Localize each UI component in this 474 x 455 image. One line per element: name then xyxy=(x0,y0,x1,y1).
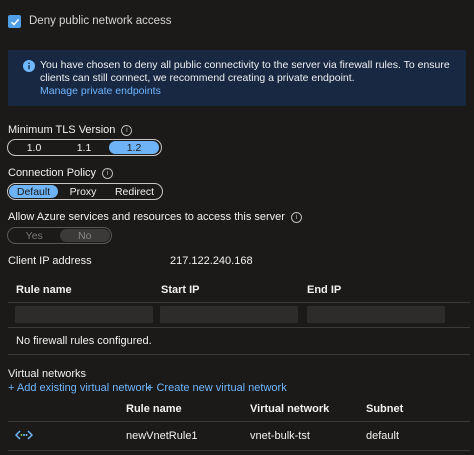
virtual-networks-title: Virtual networks xyxy=(8,368,87,380)
connection-policy-label: Connection Policy i xyxy=(8,167,114,179)
vnet-col-subnet: Subnet xyxy=(366,403,404,415)
allow-azure-selector: Yes No xyxy=(7,227,112,244)
create-new-vnet-link[interactable]: + Create new virtual network xyxy=(147,382,287,394)
connection-policy-selector: Default Proxy Redirect xyxy=(7,183,163,200)
vnet-col-rule-name: Rule name xyxy=(126,403,182,415)
tls-option-1-2[interactable]: 1.2 xyxy=(109,141,159,154)
client-ip-value: 217.122.240.168 xyxy=(170,255,253,267)
add-existing-vnet-link[interactable]: + Add existing virtual network xyxy=(8,382,151,394)
allow-azure-yes[interactable]: Yes xyxy=(9,229,60,242)
start-ip-input[interactable] xyxy=(160,306,298,323)
allow-azure-label: Allow Azure services and resources to ac… xyxy=(8,211,302,223)
deny-public-label: Deny public network access xyxy=(29,15,172,27)
vnet-subnet-cell: default xyxy=(366,430,400,442)
vnet-rule-name-cell: newVnetRule1 xyxy=(126,430,198,442)
help-icon[interactable]: i xyxy=(121,125,133,136)
rule-name-input[interactable] xyxy=(15,306,153,323)
manage-private-endpoints-link[interactable]: Manage private endpoints xyxy=(40,85,460,98)
divider xyxy=(8,354,470,355)
divider xyxy=(8,327,470,328)
checkmark-icon xyxy=(10,18,19,26)
col-start-ip: Start IP xyxy=(161,284,200,296)
policy-option-default[interactable]: Default xyxy=(9,185,58,198)
allow-azure-no[interactable]: No xyxy=(59,229,110,242)
end-ip-input[interactable] xyxy=(307,306,445,323)
divider xyxy=(8,302,470,303)
help-icon[interactable]: i xyxy=(102,168,114,179)
deny-public-checkbox[interactable] xyxy=(8,15,21,28)
tls-label: Minimum TLS Version i xyxy=(8,124,133,136)
tls-selector: 1.0 1.1 1.2 xyxy=(7,139,162,156)
divider xyxy=(8,421,470,422)
client-ip-label: Client IP address xyxy=(8,255,92,267)
info-icon xyxy=(23,60,35,72)
vnet-icon xyxy=(14,429,34,441)
tls-option-1-1[interactable]: 1.1 xyxy=(59,141,109,154)
divider xyxy=(8,450,470,451)
tls-option-1-0[interactable]: 1.0 xyxy=(9,141,59,154)
no-firewall-rules-text: No firewall rules configured. xyxy=(16,335,152,347)
policy-option-proxy[interactable]: Proxy xyxy=(58,185,108,198)
info-message: You have chosen to deny all public conne… xyxy=(40,59,450,84)
help-icon[interactable]: i xyxy=(290,212,302,223)
vnet-virtual-network-cell: vnet-bulk-tst xyxy=(250,430,310,442)
col-rule-name: Rule name xyxy=(16,284,72,296)
vnet-col-virtual-network: Virtual network xyxy=(250,403,330,415)
policy-option-redirect[interactable]: Redirect xyxy=(108,185,161,198)
info-banner: You have chosen to deny all public conne… xyxy=(8,50,466,106)
col-end-ip: End IP xyxy=(307,284,342,296)
